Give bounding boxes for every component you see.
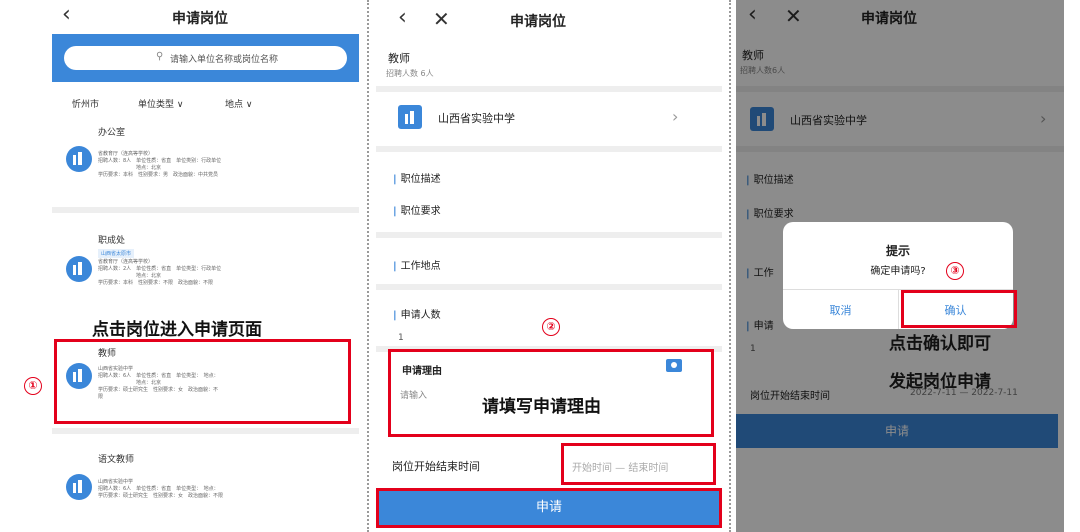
section-label: 职位描述 (400, 174, 441, 185)
job-title: 教师 (388, 52, 410, 65)
section-job-description[interactable]: | 职位描述 (393, 170, 441, 185)
job-card-details: 省教育厅（连高等学校） 招聘人数：2人 单位性质：省直 单位类型：行政单位 地点… (98, 259, 348, 287)
reason-label: 申请理由 (402, 366, 442, 377)
search-placeholder: 请输入单位名称或岗位名称 (170, 55, 279, 65)
detail-line: 学历要求：本科 性别要求：男 政治面貌：中共党员 (98, 172, 219, 178)
cancel-button[interactable]: 取消 (783, 302, 898, 318)
detail-line: 学历要求：硕士研究生 性别要求：女 政治面貌：不 (98, 387, 219, 393)
separator (376, 284, 722, 290)
building-icon (66, 146, 92, 172)
detail-line: 山西省实验中学 (98, 366, 134, 372)
search-header: ⚲ 请输入单位名称或岗位名称 (52, 34, 359, 82)
submit-button[interactable]: 申请 (379, 491, 719, 525)
search-input[interactable]: ⚲ 请输入单位名称或岗位名称 (64, 46, 347, 70)
detail-line: 地点：北京 (136, 380, 162, 386)
time-range-input[interactable]: 开始时间 — 结束时间 (572, 459, 668, 474)
building-icon (66, 474, 92, 500)
camera-icon[interactable] (666, 359, 682, 372)
chevron-down-icon: ∨ (174, 100, 184, 110)
search-icon: ⚲ (156, 51, 164, 62)
school-row[interactable]: 山西省实验中学 › (376, 100, 696, 138)
dialog-title: 提示 (885, 244, 910, 258)
apply-form-screen: ‹ ✕ 申请岗位 教师 招聘人数 6人 山西省实验中学 › | 职位描述 | 职位要… (376, 0, 722, 532)
city-filter[interactable]: 忻州市 (72, 97, 99, 110)
section-label: 申请人数 (400, 310, 441, 321)
detail-line: 限 (98, 394, 104, 400)
step-number: ① (24, 377, 42, 395)
step-number: ② (542, 318, 560, 336)
unit-type-label: 单位类型 (138, 100, 175, 110)
applicant-count: 1 (398, 333, 404, 343)
building-icon (66, 256, 92, 282)
detail-line: 省教育厅（连高等学校） (98, 151, 154, 157)
job-card-title[interactable]: 教师 (98, 346, 116, 359)
job-card-details: 山西省实验中学 招聘人数：6人 单位性质：省直 单位类型： 地点： 学历要求：硕… (98, 479, 348, 500)
page-title: 申请岗位 (172, 11, 228, 27)
section-label: 职位要求 (400, 206, 441, 217)
back-icon[interactable]: ‹ (398, 7, 407, 29)
page-title: 申请岗位 (510, 14, 566, 30)
confirm-dialog-screen: ‹ ✕ 申请岗位 教师 招聘人数6人 山西省实验中学 › | 职位描述 | 职位要求… (736, 0, 1064, 532)
step-number: ③ (946, 262, 964, 280)
job-card-title[interactable]: 办公室 (98, 125, 125, 138)
detail-line: 省教育厅（连高等学校） (98, 259, 154, 265)
section-label: 工作地点 (400, 261, 441, 272)
detail-line: 招聘人数：8人 单位性质：省直 单位类别：行政单位 (98, 158, 222, 164)
time-label: 岗位开始结束时间 (392, 460, 480, 473)
separator (52, 207, 359, 213)
detail-line: 学历要求：本科 性别要求：不限 政治面貌：不限 (98, 280, 214, 286)
close-icon[interactable]: ✕ (433, 8, 450, 30)
building-icon (66, 363, 92, 389)
detail-line: 招聘人数：2人 单位性质：省直 单位类型：行政单位 (98, 266, 222, 272)
separator (376, 146, 722, 152)
detail-line: 招聘人数：6人 单位性质：省直 单位类型： 地点： (98, 373, 219, 379)
section-applicant-count: | 申请人数 (393, 310, 441, 321)
separator (376, 86, 722, 92)
section-job-requirements[interactable]: | 职位要求 (393, 202, 441, 217)
separator (376, 232, 722, 238)
separator (52, 428, 359, 434)
chevron-down-icon: ∨ (243, 100, 253, 110)
unit-type-filter[interactable]: 单位类型 ∨ (138, 97, 183, 110)
step1-annotation: 点击岗位进入申请页面 (92, 320, 262, 340)
location-label: 地点 (225, 100, 244, 110)
camera-lens (671, 362, 677, 368)
detail-line: 学历要求：硕士研究生 性别要求：女 政治面貌：不限 (98, 493, 224, 499)
highlight-box (901, 290, 1017, 328)
step3-annotation: 点击确认即可 (889, 334, 991, 354)
chevron-right-icon: › (672, 107, 679, 126)
job-card-title[interactable]: 语文教师 (98, 452, 134, 465)
section-work-location[interactable]: | 工作地点 (393, 257, 441, 272)
location-filter[interactable]: 地点 ∨ (225, 97, 252, 110)
detail-line: 山西省实验中学 (98, 479, 134, 485)
dialog-message: 确定申请吗? (870, 266, 926, 277)
step3-annotation: 发起岗位申请 (889, 372, 991, 392)
job-card-details: 山西省实验中学 招聘人数：6人 单位性质：省直 单位类型： 地点： 地点：北京 … (98, 366, 338, 401)
location-tag: 山西省太原市 (98, 249, 135, 258)
headcount: 招聘人数 6人 (386, 69, 434, 78)
school-name: 山西省实验中学 (438, 112, 515, 125)
detail-line: 招聘人数：6人 单位性质：省直 单位类型： 地点： (98, 486, 219, 492)
detail-line: 地点：北京 (136, 273, 162, 279)
panel-divider (367, 0, 369, 532)
back-icon[interactable]: ‹ (62, 4, 71, 26)
detail-line: 地点：北京 (136, 165, 162, 171)
building-icon (398, 105, 422, 129)
job-card-title[interactable]: 职成处 (98, 233, 125, 246)
job-card-details: 省教育厅（连高等学校） 招聘人数：8人 单位性质：省直 单位类别：行政单位 地点… (98, 151, 348, 179)
step2-annotation: 请填写申请理由 (482, 397, 601, 417)
job-list-screen: ‹ 申请岗位 ⚲ 请输入单位名称或岗位名称 忻州市 单位类型 ∨ 地点 ∨ 办公… (52, 0, 359, 532)
panel-divider (729, 0, 731, 532)
